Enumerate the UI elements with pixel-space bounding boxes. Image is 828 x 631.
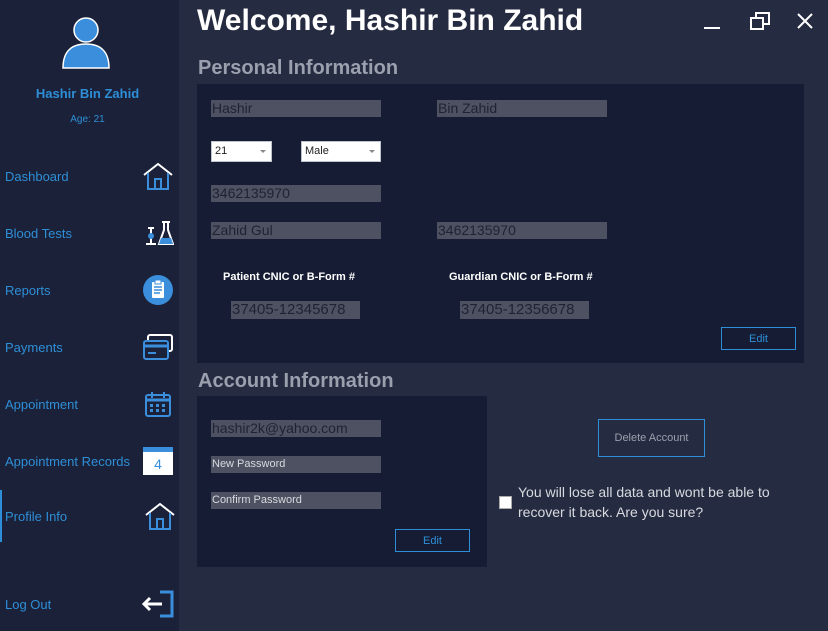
clipboard-icon bbox=[141, 273, 175, 307]
sidebar-item-label: Reports bbox=[5, 282, 51, 298]
sidebar-item-blood-tests[interactable]: Blood Tests bbox=[0, 213, 179, 253]
patient-cnic-label: Patient CNIC or B-Form # bbox=[223, 271, 356, 283]
age-select-value: 21 bbox=[215, 145, 228, 157]
account-info-title: Account Information bbox=[198, 370, 394, 392]
sidebar-item-reports[interactable]: Reports bbox=[0, 270, 179, 310]
restore-icon bbox=[750, 12, 770, 30]
calendar-day-icon: 4 bbox=[141, 444, 175, 478]
patient-cnic-field[interactable]: 37405-12345678 bbox=[231, 301, 360, 319]
credit-card-icon bbox=[141, 330, 175, 364]
sidebar-item-label: Appointment bbox=[5, 396, 78, 412]
personal-edit-button[interactable]: Edit bbox=[721, 327, 796, 350]
new-password-field[interactable]: New Password bbox=[211, 456, 381, 473]
minimize-icon bbox=[704, 27, 720, 29]
sidebar-item-payments[interactable]: Payments bbox=[0, 327, 179, 367]
calendar-day-number: 4 bbox=[154, 455, 162, 472]
delete-account-button[interactable]: Delete Account bbox=[598, 419, 705, 457]
delete-confirm-text: You will lose all data and wont be able … bbox=[518, 484, 770, 520]
user-age: Age: 21 bbox=[70, 114, 105, 125]
sidebar-item-appointment-records[interactable]: Appointment Records 4 bbox=[0, 441, 179, 481]
user-name: Hashir Bin Zahid bbox=[35, 86, 140, 101]
calendar-icon bbox=[141, 387, 175, 421]
delete-confirm-checkbox[interactable] bbox=[499, 496, 512, 509]
chevron-down-icon bbox=[260, 150, 266, 153]
home-icon bbox=[141, 159, 175, 193]
personal-info-title: Personal Information bbox=[198, 57, 399, 79]
guardian-cnic-field[interactable]: 37405-12356678 bbox=[460, 301, 589, 319]
email-field[interactable]: hashir2k@yahoo.com bbox=[211, 420, 381, 437]
close-icon bbox=[797, 13, 813, 29]
sidebar-item-profile-info[interactable]: Profile Info bbox=[0, 490, 179, 542]
gender-select[interactable]: Male bbox=[301, 141, 381, 162]
sidebar-item-appointment[interactable]: Appointment bbox=[0, 384, 179, 424]
home-icon bbox=[143, 499, 177, 533]
sidebar-item-label: Appointment Records bbox=[5, 453, 131, 469]
sidebar-item-label: Dashboard bbox=[5, 168, 69, 184]
sidebar-item-label: Log Out bbox=[5, 596, 52, 612]
first-name-field[interactable]: Hashir bbox=[211, 100, 381, 117]
guardian-name-field[interactable]: Zahid Gul bbox=[211, 222, 381, 239]
confirm-password-field[interactable]: Confirm Password bbox=[211, 492, 381, 509]
guardian-cnic-label: Guardian CNIC or B-Form # bbox=[449, 271, 593, 283]
chevron-down-icon bbox=[369, 150, 375, 153]
sidebar: Hashir Bin Zahid Age: 21 Dashboard Blood… bbox=[0, 0, 179, 631]
phone-field[interactable]: 3462135970 bbox=[211, 185, 381, 202]
sidebar-item-log-out[interactable]: Log Out bbox=[0, 584, 179, 624]
page-title: Welcome, Hashir Bin Zahid bbox=[197, 4, 584, 37]
sidebar-item-label: Payments bbox=[5, 339, 63, 355]
age-select[interactable]: 21 bbox=[211, 141, 272, 162]
sidebar-item-dashboard[interactable]: Dashboard bbox=[0, 156, 179, 196]
sidebar-item-label: Blood Tests bbox=[5, 225, 72, 241]
close-button[interactable] bbox=[790, 6, 820, 36]
logout-icon bbox=[141, 587, 175, 621]
last-name-field[interactable]: Bin Zahid bbox=[437, 100, 607, 117]
minimize-button[interactable] bbox=[697, 6, 727, 36]
guardian-phone-field[interactable]: 3462135970 bbox=[437, 222, 607, 239]
account-edit-button[interactable]: Edit bbox=[395, 529, 470, 552]
sidebar-item-label: Profile Info bbox=[5, 508, 68, 524]
user-avatar-icon bbox=[62, 17, 110, 69]
restore-button[interactable] bbox=[745, 6, 775, 36]
lab-flask-icon bbox=[141, 216, 175, 250]
delete-confirm: You will lose all data and wont be able … bbox=[499, 482, 818, 522]
gender-select-value: Male bbox=[305, 145, 329, 157]
